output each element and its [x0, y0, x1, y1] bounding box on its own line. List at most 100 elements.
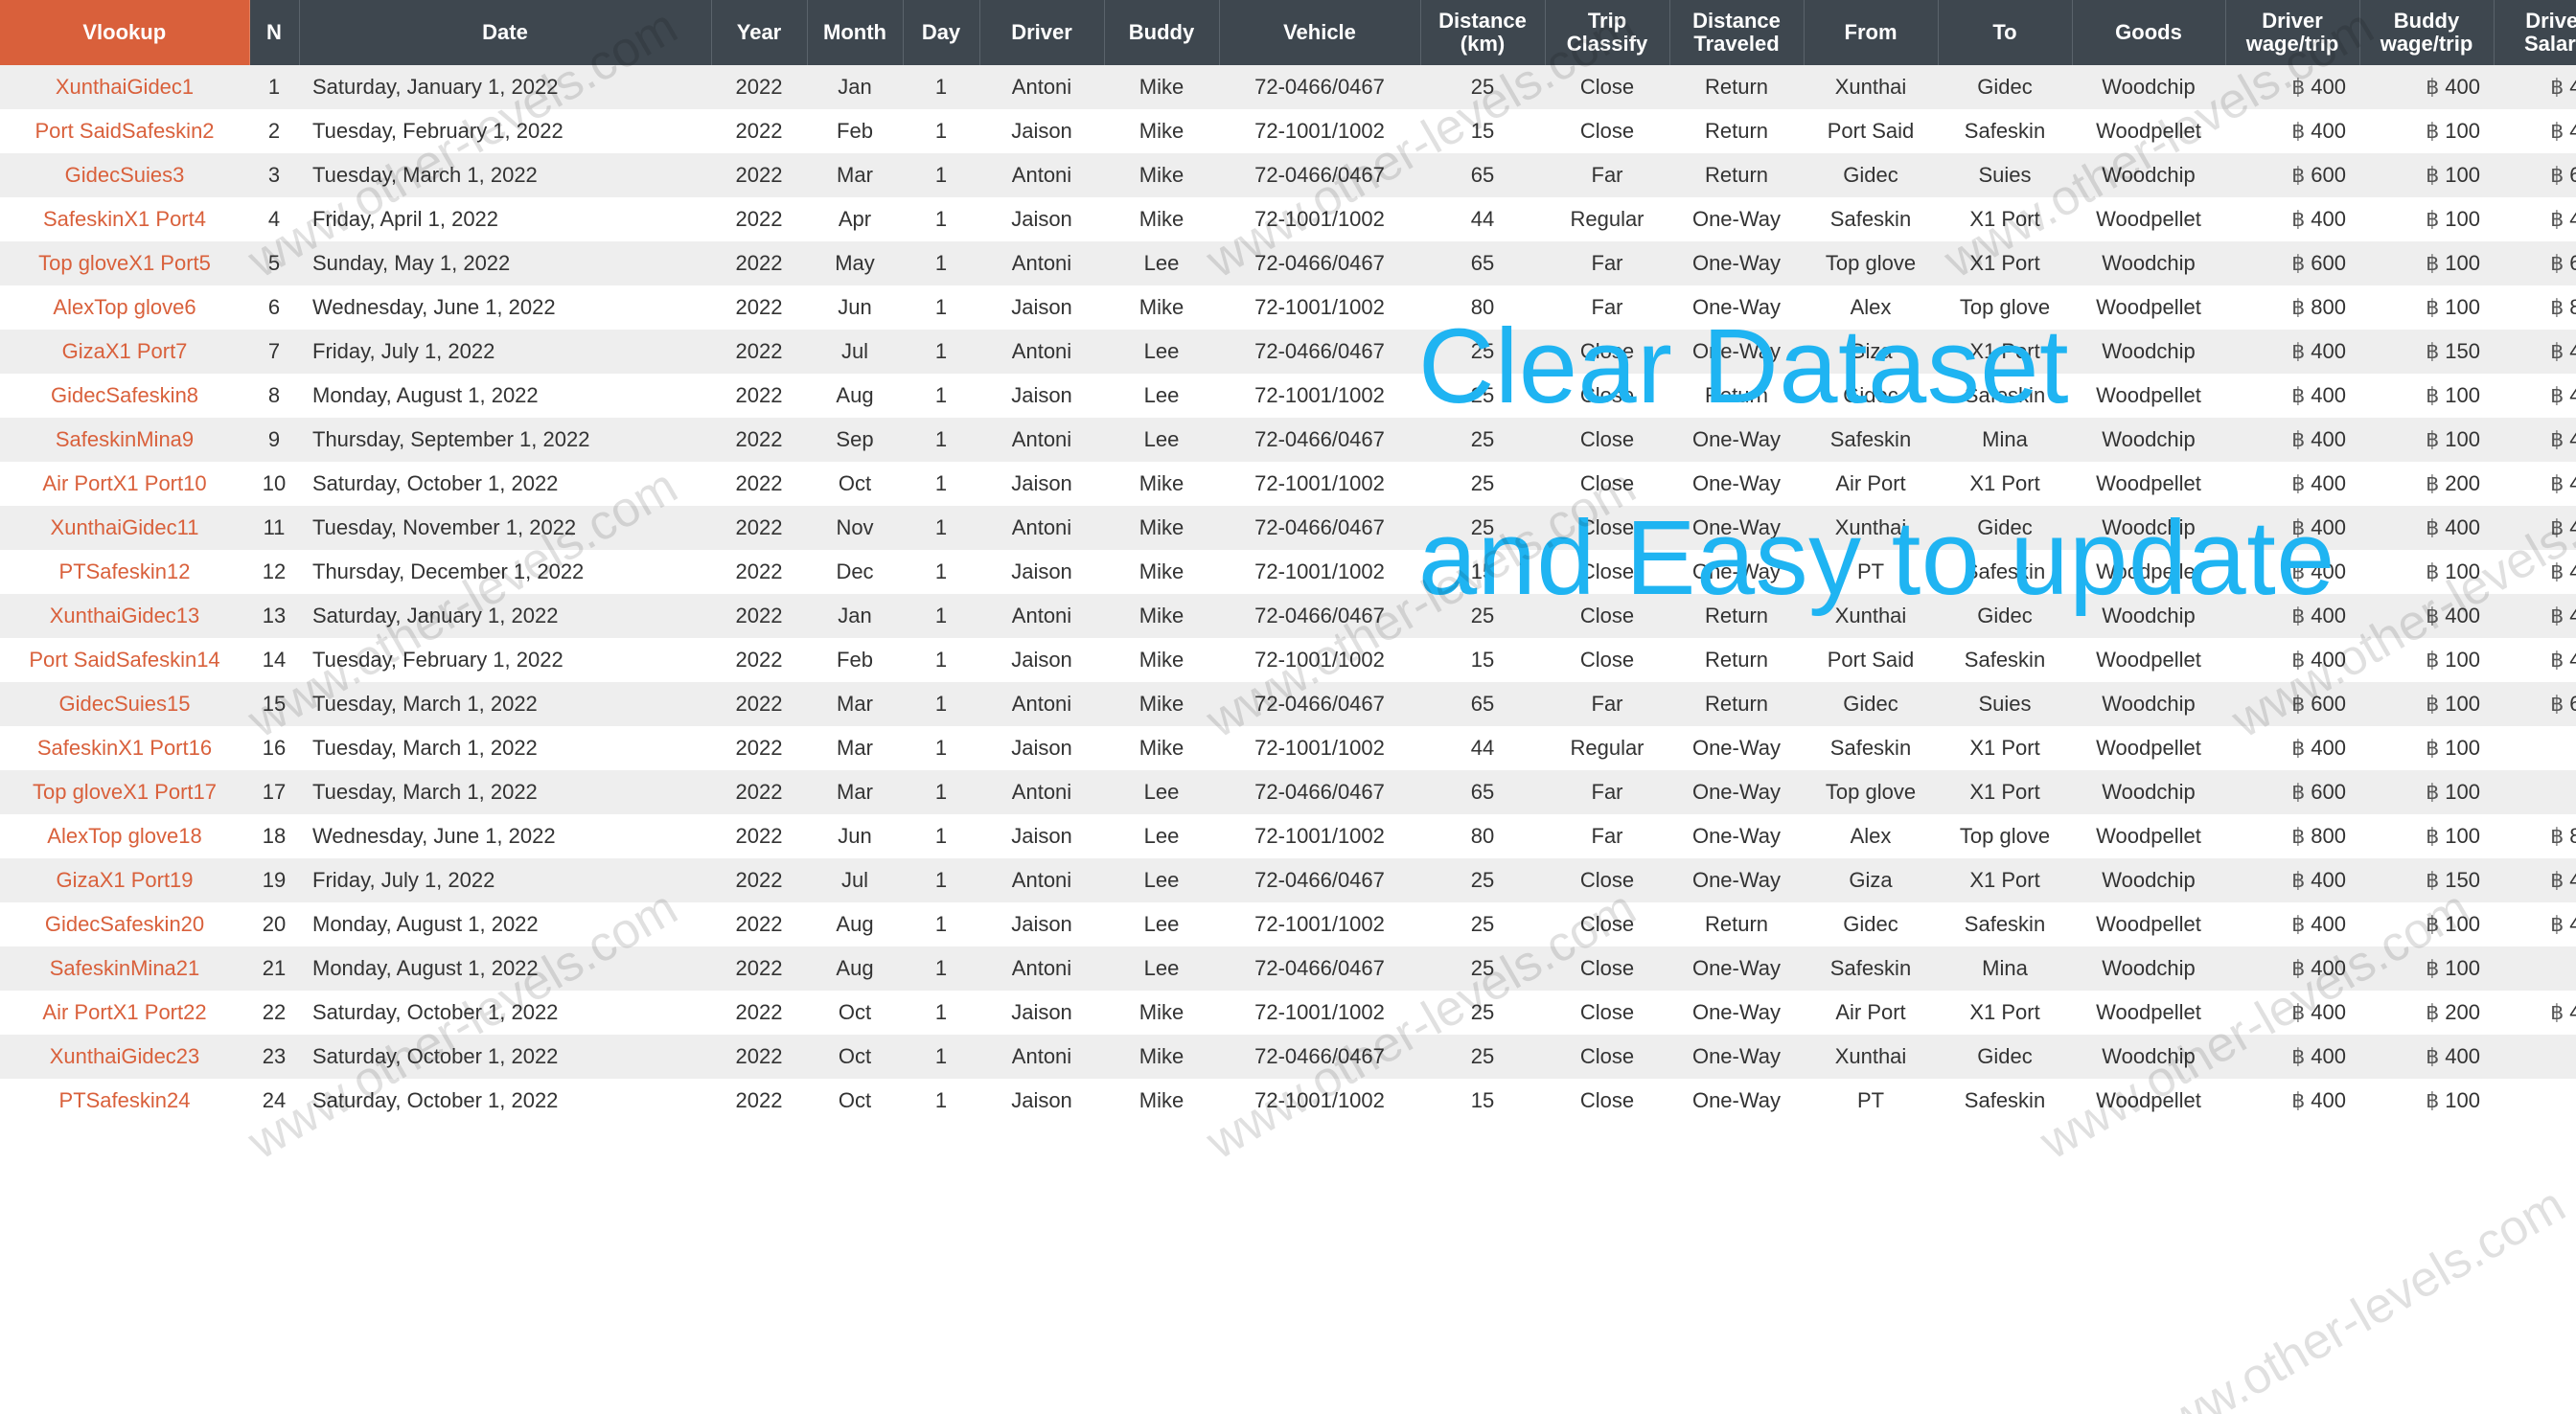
cell-bwage[interactable]: ฿100 [2359, 153, 2494, 197]
col-distance[interactable]: Distance (km) [1420, 0, 1545, 65]
cell-dsal[interactable]: ฿600 [2494, 241, 2576, 285]
cell-trip[interactable]: Far [1545, 241, 1669, 285]
cell-vlookup[interactable]: SafeskinMina21 [0, 946, 249, 991]
cell-vehicle[interactable]: 72-1001/1002 [1219, 109, 1420, 153]
cell-driver[interactable]: Antoni [979, 682, 1104, 726]
cell-dtrav[interactable]: Return [1669, 109, 1804, 153]
col-vlookup[interactable]: Vlookup [0, 0, 249, 65]
cell-dwage[interactable]: ฿400 [2225, 65, 2359, 109]
cell-year[interactable]: 2022 [711, 241, 807, 285]
cell-dist[interactable]: 25 [1420, 1035, 1545, 1079]
cell-year[interactable]: 2022 [711, 946, 807, 991]
cell-bwage[interactable]: ฿100 [2359, 814, 2494, 858]
cell-dist[interactable]: 44 [1420, 726, 1545, 770]
cell-vlookup[interactable]: AlexTop glove18 [0, 814, 249, 858]
cell-to[interactable]: X1 Port [1938, 770, 2072, 814]
cell-year[interactable]: 2022 [711, 109, 807, 153]
cell-driver[interactable]: Jaison [979, 902, 1104, 946]
cell-from[interactable]: Alex [1804, 285, 1938, 330]
cell-to[interactable]: Mina [1938, 946, 2072, 991]
cell-vehicle[interactable]: 72-1001/1002 [1219, 991, 1420, 1035]
cell-dtrav[interactable]: One-Way [1669, 991, 1804, 1035]
cell-dsal[interactable]: ฿400 [2494, 550, 2576, 594]
cell-date[interactable]: Saturday, January 1, 2022 [299, 594, 711, 638]
cell-date[interactable]: Tuesday, March 1, 2022 [299, 153, 711, 197]
cell-month[interactable]: Jul [807, 330, 903, 374]
cell-month[interactable]: Mar [807, 153, 903, 197]
cell-date[interactable]: Friday, July 1, 2022 [299, 858, 711, 902]
cell-year[interactable]: 2022 [711, 902, 807, 946]
cell-month[interactable]: Aug [807, 946, 903, 991]
cell-driver[interactable]: Antoni [979, 418, 1104, 462]
cell-dist[interactable]: 15 [1420, 1079, 1545, 1123]
cell-bwage[interactable]: ฿100 [2359, 241, 2494, 285]
cell-to[interactable]: Safeskin [1938, 902, 2072, 946]
cell-dtrav[interactable]: One-Way [1669, 418, 1804, 462]
cell-dist[interactable]: 25 [1420, 594, 1545, 638]
cell-date[interactable]: Friday, April 1, 2022 [299, 197, 711, 241]
cell-driver[interactable]: Jaison [979, 550, 1104, 594]
cell-to[interactable]: X1 Port [1938, 241, 2072, 285]
cell-month[interactable]: Mar [807, 682, 903, 726]
cell-dtrav[interactable]: One-Way [1669, 726, 1804, 770]
cell-from[interactable]: Safeskin [1804, 197, 1938, 241]
cell-from[interactable]: Top glove [1804, 770, 1938, 814]
cell-dist[interactable]: 25 [1420, 374, 1545, 418]
cell-dist[interactable]: 25 [1420, 418, 1545, 462]
cell-vehicle[interactable]: 72-0466/0467 [1219, 65, 1420, 109]
cell-dwage[interactable]: ฿400 [2225, 946, 2359, 991]
cell-bwage[interactable]: ฿100 [2359, 285, 2494, 330]
cell-vlookup[interactable]: Top gloveX1 Port5 [0, 241, 249, 285]
cell-dtrav[interactable]: One-Way [1669, 814, 1804, 858]
cell-bwage[interactable]: ฿100 [2359, 682, 2494, 726]
cell-vlookup[interactable]: Air PortX1 Port22 [0, 991, 249, 1035]
cell-driver[interactable]: Antoni [979, 65, 1104, 109]
cell-dwage[interactable]: ฿400 [2225, 594, 2359, 638]
cell-buddy[interactable]: Mike [1104, 991, 1219, 1035]
cell-goods[interactable]: Woodchip [2072, 65, 2225, 109]
cell-to[interactable]: Gidec [1938, 1035, 2072, 1079]
cell-dist[interactable]: 80 [1420, 285, 1545, 330]
cell-dist[interactable]: 25 [1420, 462, 1545, 506]
col-buddy[interactable]: Buddy [1104, 0, 1219, 65]
cell-dwage[interactable]: ฿400 [2225, 374, 2359, 418]
cell-from[interactable]: Air Port [1804, 462, 1938, 506]
cell-date[interactable]: Tuesday, February 1, 2022 [299, 109, 711, 153]
cell-buddy[interactable]: Lee [1104, 330, 1219, 374]
cell-dsal[interactable] [2494, 770, 2576, 814]
cell-driver[interactable]: Jaison [979, 814, 1104, 858]
cell-bwage[interactable]: ฿400 [2359, 594, 2494, 638]
table-row[interactable]: XunthaiGidec1111Tuesday, November 1, 202… [0, 506, 2576, 550]
cell-year[interactable]: 2022 [711, 285, 807, 330]
cell-vehicle[interactable]: 72-0466/0467 [1219, 1035, 1420, 1079]
cell-n[interactable]: 1 [249, 65, 299, 109]
cell-goods[interactable]: Woodchip [2072, 946, 2225, 991]
cell-buddy[interactable]: Mike [1104, 506, 1219, 550]
col-dtrav[interactable]: Distance Traveled [1669, 0, 1804, 65]
cell-vlookup[interactable]: SafeskinX1 Port16 [0, 726, 249, 770]
cell-bwage[interactable]: ฿150 [2359, 330, 2494, 374]
cell-month[interactable]: Jun [807, 814, 903, 858]
cell-vlookup[interactable]: SafeskinMina9 [0, 418, 249, 462]
cell-from[interactable]: Xunthai [1804, 594, 1938, 638]
cell-vlookup[interactable]: XunthaiGidec13 [0, 594, 249, 638]
cell-n[interactable]: 10 [249, 462, 299, 506]
cell-dtrav[interactable]: Return [1669, 374, 1804, 418]
cell-day[interactable]: 1 [903, 65, 979, 109]
cell-driver[interactable]: Antoni [979, 153, 1104, 197]
cell-vehicle[interactable]: 72-0466/0467 [1219, 241, 1420, 285]
cell-to[interactable]: X1 Port [1938, 726, 2072, 770]
cell-from[interactable]: Giza [1804, 330, 1938, 374]
cell-bwage[interactable]: ฿400 [2359, 65, 2494, 109]
cell-from[interactable]: Xunthai [1804, 65, 1938, 109]
cell-month[interactable]: Oct [807, 1079, 903, 1123]
cell-trip[interactable]: Close [1545, 506, 1669, 550]
cell-dsal[interactable]: ฿400 [2494, 197, 2576, 241]
col-day[interactable]: Day [903, 0, 979, 65]
cell-vlookup[interactable]: Top gloveX1 Port17 [0, 770, 249, 814]
cell-dist[interactable]: 65 [1420, 241, 1545, 285]
cell-buddy[interactable]: Mike [1104, 109, 1219, 153]
cell-bwage[interactable]: ฿200 [2359, 991, 2494, 1035]
cell-vehicle[interactable]: 72-0466/0467 [1219, 770, 1420, 814]
cell-buddy[interactable]: Lee [1104, 374, 1219, 418]
